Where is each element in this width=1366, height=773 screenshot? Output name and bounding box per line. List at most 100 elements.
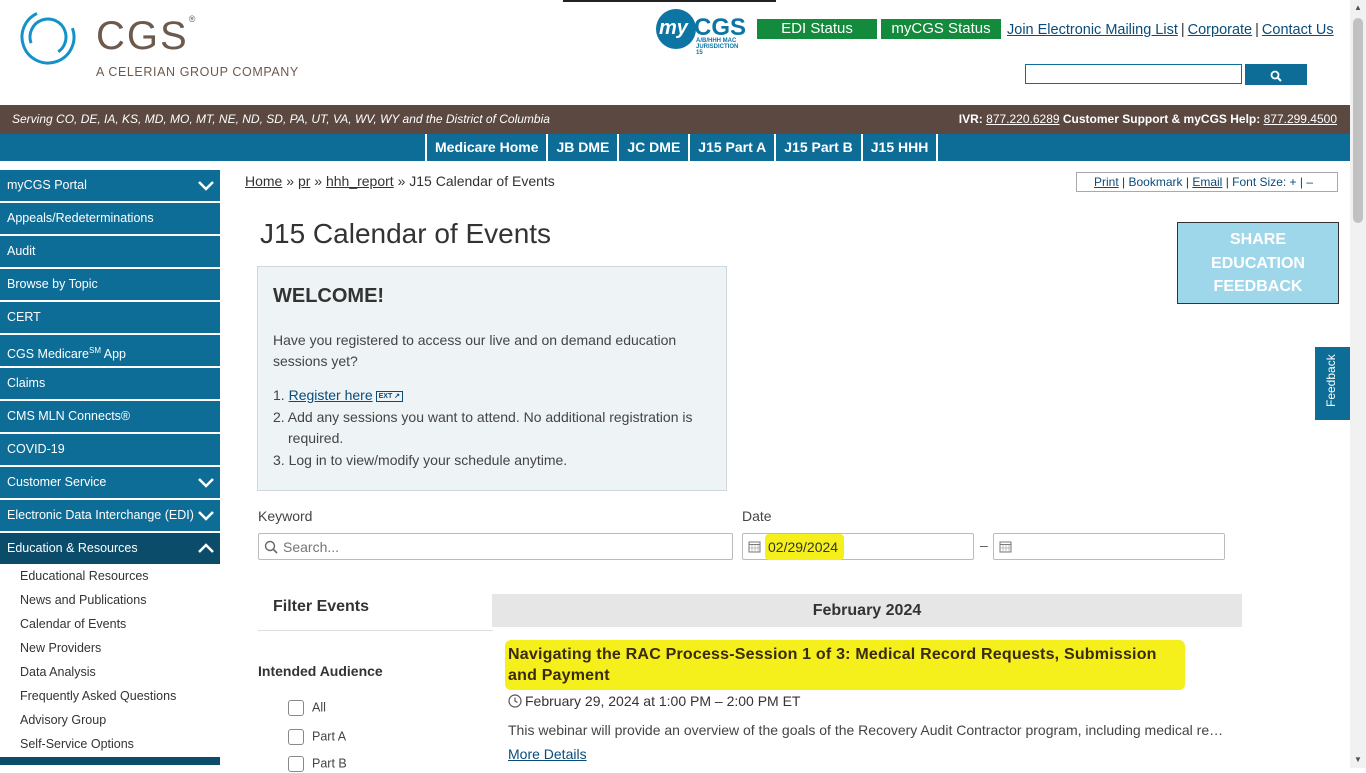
audience-option-all[interactable]: All — [288, 700, 326, 717]
cgs-logo-text[interactable]: CGS® — [96, 14, 197, 59]
nav-jb-dme[interactable]: JB DME — [548, 134, 620, 161]
sidebar-subitem-calendar-of-events[interactable]: Calendar of Events — [0, 612, 220, 636]
chevron-down-icon — [198, 181, 214, 191]
serving-bar: Serving CO, DE, IA, KS, MD, MO, MT, NE, … — [0, 105, 1350, 134]
filter-divider — [258, 630, 493, 631]
page-title: J15 Calendar of Events — [260, 218, 552, 249]
sidebar-subitem-self-service[interactable]: Self-Service Options — [0, 732, 220, 756]
breadcrumb-home[interactable]: Home — [245, 173, 282, 189]
nav-j15-part-b[interactable]: J15 Part B — [776, 134, 863, 161]
filter-events-title: Filter Events — [273, 598, 370, 615]
search-icon — [264, 540, 278, 554]
chevron-up-icon — [198, 543, 214, 553]
sidebar: myCGS Portal Appeals/Redeterminations Au… — [0, 170, 220, 765]
month-header: February 2024 — [492, 594, 1242, 627]
more-details-link[interactable]: More Details — [508, 746, 587, 762]
breadcrumb: Home » pr » hhh_report » J15 Calendar of… — [245, 173, 555, 189]
cgs-logo-icon[interactable] — [19, 8, 77, 66]
nav-jc-dme[interactable]: JC DME — [619, 134, 691, 161]
page-scrollbar[interactable]: ▲ ▼ — [1350, 0, 1366, 768]
support-phone-link[interactable]: 877.299.4500 — [1264, 112, 1337, 126]
welcome-steps: 1. Register here EXT ↗ 2. Add any session… — [273, 385, 703, 471]
scrollbar-thumb[interactable] — [1353, 18, 1363, 223]
nav-medicare-home[interactable]: Medicare Home — [425, 134, 549, 161]
mycgs-status-button[interactable]: myCGS Status — [881, 19, 1001, 39]
chevron-down-icon — [198, 478, 214, 488]
corporate-link[interactable]: Corporate — [1188, 22, 1252, 38]
welcome-step-1: 1. Register here EXT ↗ — [273, 385, 703, 407]
mycgs-logo[interactable]: my CGS A/B/HHH MAC JURISDICTION 15 — [656, 8, 746, 56]
phone-numbers: IVR: 877.220.6289 Customer Support & myC… — [958, 112, 1337, 126]
scroll-up-arrow-icon[interactable]: ▲ — [1350, 0, 1366, 16]
date-range-dash: – — [980, 537, 988, 553]
external-link-icon: EXT ↗ — [375, 390, 404, 402]
keyword-search-input[interactable] — [283, 537, 723, 556]
sidebar-subitem-news-publications[interactable]: News and Publications — [0, 588, 220, 612]
nav-j15-hhh[interactable]: J15 HHH — [863, 134, 939, 161]
welcome-step-3: 3. Log in to view/modify your schedule a… — [273, 451, 568, 468]
font-size-control[interactable]: Font Size: + | – — [1232, 175, 1313, 189]
audience-option-part-b[interactable]: Part B — [288, 756, 347, 773]
sidebar-subitem-educational-resources[interactable]: Educational Resources — [0, 564, 220, 588]
sidebar-subitem-data-analysis[interactable]: Data Analysis — [0, 660, 220, 684]
intended-audience-title: Intended Audience — [258, 663, 383, 679]
welcome-box: WELCOME! Have you registered to access o… — [257, 266, 727, 491]
email-link[interactable]: Email — [1192, 175, 1222, 189]
welcome-title: WELCOME! — [273, 285, 385, 307]
keyword-search-field[interactable] — [258, 533, 733, 560]
logo-tagline: A CELERIAN GROUP COMPANY — [96, 65, 299, 79]
welcome-step-2: 2. Add any sessions you want to attend. … — [273, 408, 693, 447]
scroll-down-arrow-icon[interactable]: ▼ — [1350, 752, 1366, 768]
chevron-down-icon — [198, 511, 214, 521]
sidebar-item-covid-19[interactable]: COVID-19 — [0, 434, 220, 465]
breadcrumb-current: J15 Calendar of Events — [409, 173, 555, 189]
sidebar-item-cgs-medicare-app[interactable]: CGS MedicareSM App — [0, 335, 220, 366]
audience-option-part-a[interactable]: Part A — [288, 729, 346, 746]
sidebar-item-appeals[interactable]: Appeals/Redeterminations — [0, 203, 220, 234]
feedback-tab[interactable]: Feedback — [1315, 347, 1350, 420]
sidebar-item-edi[interactable]: Electronic Data Interchange (EDI) — [0, 500, 220, 531]
audience-all-checkbox[interactable] — [288, 700, 304, 716]
sidebar-subitem-new-providers[interactable]: New Providers — [0, 636, 220, 660]
main-nav: Medicare Home JB DME JC DME J15 Part A J… — [0, 134, 1350, 161]
serving-states: Serving CO, DE, IA, KS, MD, MO, MT, NE, … — [12, 112, 550, 126]
welcome-intro: Have you registered to access our live a… — [273, 332, 677, 369]
sidebar-item-cert[interactable]: CERT — [0, 302, 220, 333]
site-search-button[interactable] — [1245, 64, 1307, 85]
date-to-field[interactable] — [993, 533, 1225, 560]
date-from-value: 02/29/2024 — [765, 534, 845, 560]
contact-us-link[interactable]: Contact Us — [1262, 22, 1334, 38]
register-here-link[interactable]: Register here — [289, 387, 373, 403]
sidebar-item-claims[interactable]: Claims — [0, 368, 220, 399]
sidebar-item-audit[interactable]: Audit — [0, 236, 220, 267]
breadcrumb-pr[interactable]: pr — [298, 173, 310, 189]
audience-part-b-checkbox[interactable] — [288, 756, 304, 772]
top-links: Join Electronic Mailing List | Corporate | C… — [1007, 22, 1334, 38]
ivr-phone-link[interactable]: 877.220.6289 — [986, 112, 1059, 126]
event-time: February 29, 2024 at 1:00 PM – 2:00 PM E… — [508, 693, 800, 709]
sidebar-item-browse-by-topic[interactable]: Browse by Topic — [0, 269, 220, 300]
audience-part-a-checkbox[interactable] — [288, 729, 304, 745]
page-tools: Print | Bookmark | Email | Font Size: + … — [1076, 172, 1338, 192]
sidebar-subitem-advisory-group[interactable]: Advisory Group — [0, 708, 220, 732]
sidebar-item-cms-mln-connects[interactable]: CMS MLN Connects® — [0, 401, 220, 432]
print-link[interactable]: Print — [1094, 175, 1119, 189]
sidebar-next-item[interactable] — [0, 757, 220, 765]
clock-icon — [508, 694, 522, 708]
edi-status-button[interactable]: EDI Status — [757, 19, 877, 39]
mailing-list-link[interactable]: Join Electronic Mailing List — [1007, 22, 1178, 38]
nav-j15-part-a[interactable]: J15 Part A — [690, 134, 777, 161]
sidebar-item-customer-service[interactable]: Customer Service — [0, 467, 220, 498]
mycgs-logo-sub: A/B/HHH MAC JURISDICTION 15 — [696, 38, 739, 56]
top-divider — [563, 0, 776, 2]
sidebar-item-education-resources[interactable]: Education & Resources — [0, 533, 220, 564]
sidebar-item-mycgs-portal[interactable]: myCGS Portal — [0, 170, 220, 201]
site-search-input[interactable] — [1025, 64, 1242, 84]
event-description: This webinar will provide an overview of… — [508, 722, 1228, 738]
sidebar-subitem-faq[interactable]: Frequently Asked Questions — [0, 684, 220, 708]
breadcrumb-hhh-report[interactable]: hhh_report — [326, 173, 394, 189]
date-from-field[interactable]: 02/29/2024 — [742, 533, 974, 560]
share-education-feedback-button[interactable]: SHARE EDUCATION FEEDBACK — [1177, 222, 1339, 304]
bookmark-link[interactable]: Bookmark — [1129, 175, 1183, 189]
event-title-link[interactable]: Navigating the RAC Process-Session 1 of … — [505, 640, 1185, 690]
